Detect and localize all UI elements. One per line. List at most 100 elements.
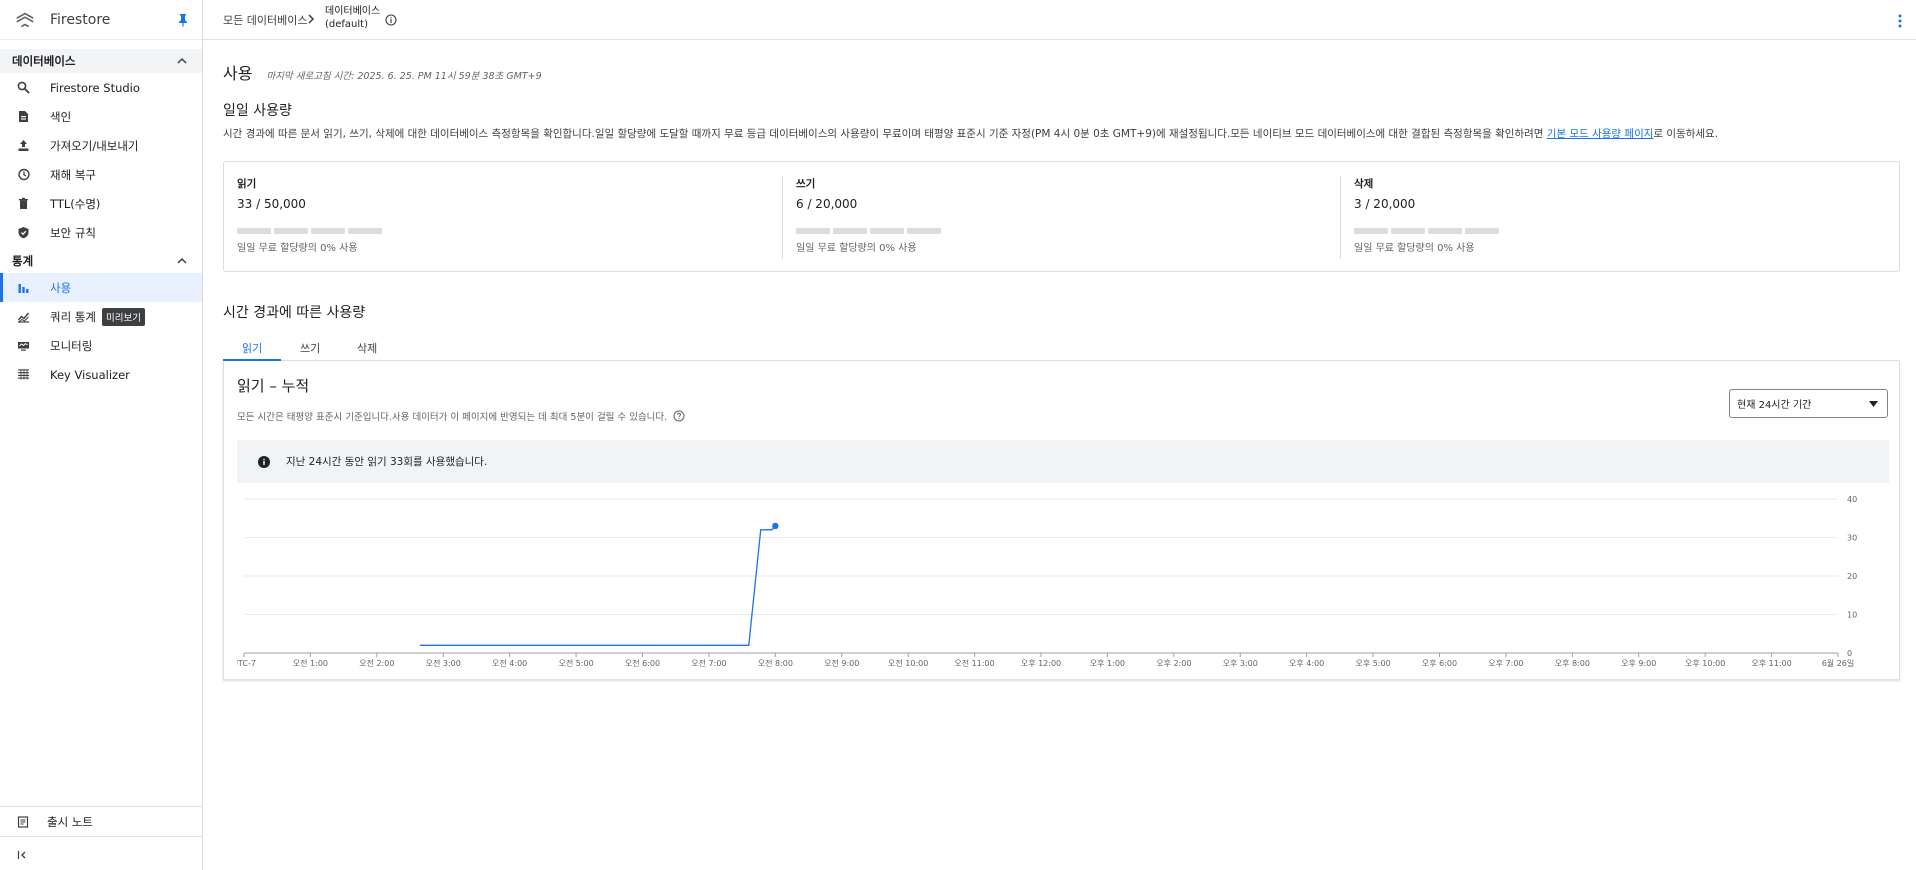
quota-label: 읽기 [237,178,257,190]
page-title: 사용 [223,64,253,83]
section-header-database[interactable]: 데이터베이스 [0,49,202,73]
release-notes-link[interactable]: 출시 노트 [0,806,203,836]
quota-label: 쓰기 [796,178,816,190]
sidebar-item-label: 사용 [50,280,72,295]
y-tick-label: 40 [1847,495,1857,504]
sidebar-item-firestore-studio[interactable]: Firestore Studio [0,73,202,102]
y-tick-label: 20 [1847,572,1857,581]
x-tick-label: 6월 26일 [1822,658,1855,668]
quota-note: 일일 무료 할당량의 0% 사용 [796,243,917,254]
last-refresh-time: 마지막 새로고침 시간: 2025. 6. 25. PM 11시 59분 38초… [266,71,542,82]
y-tick-label: 0 [1847,649,1852,658]
x-tick-label: 오후 7:00 [1488,659,1523,668]
desc-text-end: 로 이동하세요. [1653,128,1719,140]
sidebar-item-indexes[interactable]: 색인 [0,102,202,131]
sidebar-item-import-export[interactable]: 가져오기/내보내기 [0,131,202,160]
notes-icon [17,816,29,828]
help-icon[interactable] [673,410,685,422]
sidebar: Firestore 데이터베이스 Firestore Studio 색인 가져오… [0,0,203,870]
monitor-icon [18,342,29,351]
breadcrumb-all-databases[interactable]: 모든 데이터베이스 [223,12,307,28]
default-mode-usage-link[interactable]: 기본 모드 사용량 페이지 [1547,128,1654,140]
sidebar-item-label: 색인 [50,109,72,124]
chart-subtitle-text: 모든 시간은 태평양 표준시 기준입니다.사용 데이터가 이 페이지에 반영되는… [237,412,668,423]
quota-note: 일일 무료 할당량의 0% 사용 [1354,243,1475,254]
tab-writes[interactable]: 쓰기 [300,340,320,356]
dropdown-arrow-icon [1869,401,1878,407]
time-range-select[interactable]: 현재 24시간 기간 [1729,389,1888,418]
reads-series-line [420,525,776,646]
x-tick-label: 오전 7:00 [691,658,726,668]
time-range-value: 현재 24시간 기간 [1737,400,1812,411]
x-tick-label: 오후 2:00 [1156,659,1191,668]
section-label: 통계 [12,254,34,268]
reads-last-point [772,522,779,530]
breadcrumb-db-line2: (default) [325,19,368,30]
sidebar-item-ttl[interactable]: TTL(수명) [0,189,202,218]
info-banner: 지난 24시간 동안 읽기 33회를 사용했습니다. [237,440,1889,483]
upload-icon [18,140,29,151]
sidebar-item-monitoring[interactable]: 모니터링 [0,331,202,360]
sidebar-item-security-rules[interactable]: 보안 규칙 [0,218,202,247]
section-label: 데이터베이스 [12,54,76,68]
quota-progress-bar [237,228,769,234]
trash-icon [19,197,28,209]
preview-badge: 미리보기 [101,307,145,326]
app-name: Firestore [50,11,111,28]
brand: Firestore [0,0,202,40]
tab-reads[interactable]: 읽기 [242,340,262,356]
tab-deletes[interactable]: 삭제 [357,340,377,356]
usage-over-time-title: 시간 경과에 따른 사용량 [223,305,366,321]
sidebar-item-label: 보안 규칙 [50,225,96,240]
x-tick-label: 오전 9:00 [824,658,859,668]
breadcrumb-db-line1: 데이터베이스 [325,6,381,17]
chevron-up-icon [177,57,187,64]
sidebar-item-query-insights[interactable]: 쿼리 통계 미리보기 [0,302,202,331]
x-tick-label: 오전 4:00 [492,658,527,668]
sidebar-item-disaster-recovery[interactable]: 재해 복구 [0,160,202,189]
reads-chart: 0 10 20 30 40 UTC-7 오전 1:00 오전 2:00 오전 3:00 오전 4:… [237,495,1857,668]
index-icon [19,111,28,122]
search-icon [17,81,30,94]
firestore-logo-icon [16,12,34,27]
pin-icon[interactable] [177,13,189,27]
section-header-stats[interactable]: 통계 [0,249,202,273]
daily-usage-title: 일일 사용량 [223,103,292,119]
x-tick-label: 오후 10:00 [1685,659,1725,668]
sidebar-item-usage[interactable]: 사용 [0,273,202,302]
x-tick-label: 오후 5:00 [1355,659,1390,668]
sidebar-item-label: TTL(수명) [50,196,101,211]
shield-icon [18,227,29,239]
bar-chart-icon [18,284,29,293]
quota-value: 3 / 20,000 [1354,197,1416,211]
desc-text: 시간 경과에 따른 문서 읽기, 쓰기, 삭제에 대한 데이터베이스 측정항목을… [223,128,1547,140]
y-tick-label: 30 [1847,534,1857,543]
sidebar-item-label: 모니터링 [50,338,93,353]
top-bar: 모든 데이터베이스 데이터베이스 (default) [203,0,1916,40]
collapse-icon [17,851,26,859]
quota-reads: 읽기 33 / 50,000 일일 무료 할당량의 0% 사용 [224,162,782,273]
quota-writes: 쓰기 6 / 20,000 일일 무료 할당량의 0% 사용 [782,176,1340,259]
x-tick-label: 오후 11:00 [1751,659,1791,668]
x-tick-label: 오후 3:00 [1223,659,1258,668]
title-row: 사용 마지막 새로고침 시간: 2025. 6. 25. PM 11시 59분 … [223,60,542,84]
quota-progress-bar [1354,228,1885,234]
history-icon [18,168,30,181]
sidebar-item-key-visualizer[interactable]: Key Visualizer [0,360,202,389]
more-vert-icon[interactable] [1898,14,1902,28]
info-banner-text: 지난 24시간 동안 읽기 33회를 사용했습니다. [286,456,488,468]
x-tick-label: 오후 6:00 [1422,659,1457,668]
collapse-sidebar-button[interactable] [0,836,203,870]
chevron-right-icon [308,14,315,24]
breadcrumb-database[interactable]: 데이터베이스 (default) [325,5,380,31]
sidebar-item-label: 가져오기/내보내기 [50,138,139,153]
x-tick-label: 오전 8:00 [758,658,793,668]
x-tick-label: 오전 6:00 [625,658,660,668]
chart-card: 읽기 – 누적 모든 시간은 태평양 표준시 기준입니다.사용 데이터가 이 페… [223,361,1900,680]
sidebar-item-label: Key Visualizer [50,367,130,382]
sidebar-item-label: 재해 복구 [50,167,96,182]
x-tick-label: 오전 3:00 [426,658,461,668]
x-tick-label: 오후 1:00 [1090,659,1125,668]
daily-usage-description: 시간 경과에 따른 문서 읽기, 쓰기, 삭제에 대한 데이터베이스 측정항목을… [223,126,1718,141]
info-icon[interactable] [385,14,397,26]
